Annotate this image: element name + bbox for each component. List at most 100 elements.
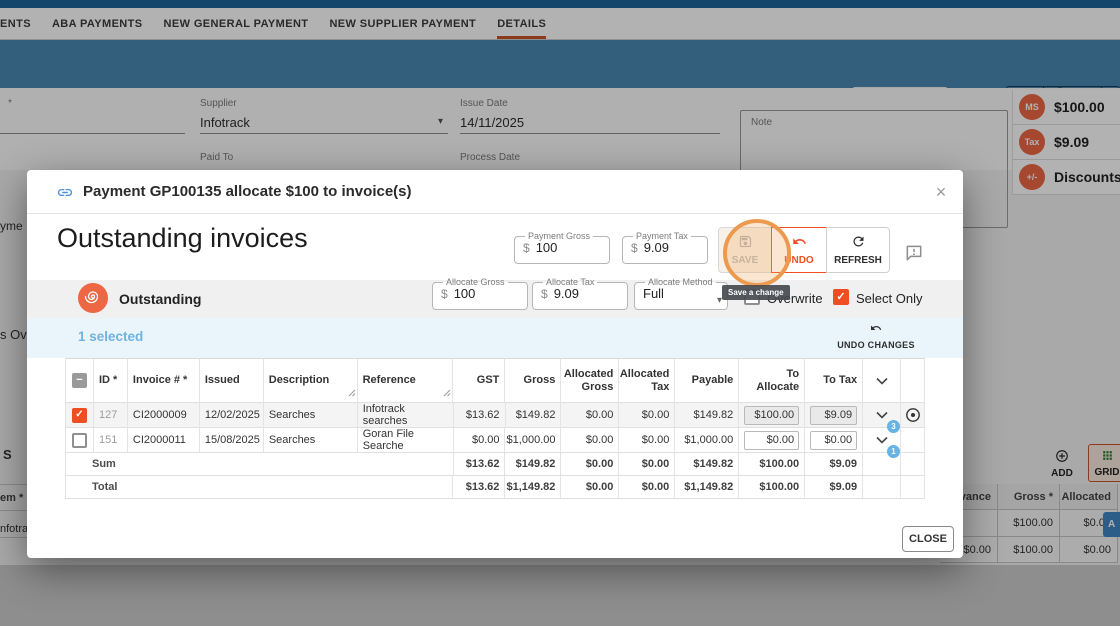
to-tax-input[interactable]: $9.09 xyxy=(810,406,857,425)
total-allocated-gross: $0.00 xyxy=(561,476,619,499)
cell-to-allocate: $100.00 xyxy=(739,403,805,428)
sum-gst: $13.62 xyxy=(454,453,506,476)
cell-reference: Goran File Searche xyxy=(358,428,454,453)
dialog-header: Payment GP100135 allocate $100 to invoic… xyxy=(27,170,963,214)
table-row[interactable]: ✓ 127 CI2000009 12/02/2025 Searches Info… xyxy=(66,403,925,428)
cell-description: Searches xyxy=(264,428,358,453)
total-payable: $1,149.82 xyxy=(675,476,739,499)
target-icon[interactable] xyxy=(901,403,925,428)
sum-to-tax: $9.09 xyxy=(805,453,863,476)
payment-gross-field[interactable]: Payment Gross $100 xyxy=(514,232,610,264)
app-window: ENTS ABA PAYMENTS NEW GENERAL PAYMENT NE… xyxy=(0,0,1120,626)
col-id[interactable]: ID * xyxy=(94,359,128,403)
cell-to-tax: $0.00 xyxy=(805,428,863,453)
cell-description: Searches xyxy=(264,403,358,428)
allocation-count-badge: 1 xyxy=(887,445,900,458)
allocate-method-select[interactable]: Allocate Method Full ▾ xyxy=(634,278,728,310)
total-gst: $13.62 xyxy=(453,476,505,499)
currency-prefix: $ xyxy=(631,241,638,255)
undo-icon xyxy=(869,321,883,339)
payment-tax-value: 9.09 xyxy=(644,240,669,255)
row-checkbox[interactable]: ✓ xyxy=(66,403,94,428)
payment-tax-field[interactable]: Payment Tax $9.09 xyxy=(622,232,708,264)
allocate-payment-dialog: Payment GP100135 allocate $100 to invoic… xyxy=(27,170,963,558)
selected-count: 1 selected xyxy=(78,329,143,344)
refresh-label: REFRESH xyxy=(834,255,882,266)
select-all-checkbox[interactable]: − xyxy=(66,359,94,403)
cell-allocated-gross: $0.00 xyxy=(561,428,619,453)
total-empty xyxy=(901,476,925,499)
table-row[interactable]: 151 CI2000011 15/08/2025 Searches Goran … xyxy=(66,428,925,453)
col-payable[interactable]: Payable xyxy=(675,359,739,403)
close-button[interactable]: CLOSE xyxy=(902,526,954,552)
cell-to-tax: $9.09 xyxy=(805,403,863,428)
total-row: Total $13.62 $1,149.82 $0.00 $0.00 $1,14… xyxy=(66,476,925,499)
cell-allocated-tax: $0.00 xyxy=(619,428,675,453)
allocate-tax-field[interactable]: Allocate Tax $9.09 xyxy=(532,278,628,310)
cell-to-allocate: $0.00 xyxy=(739,428,805,453)
sum-label: Sum xyxy=(66,453,454,476)
col-expand[interactable] xyxy=(863,359,901,403)
refresh-button[interactable]: REFRESH xyxy=(826,227,890,273)
to-allocate-input[interactable]: $100.00 xyxy=(744,406,799,425)
total-label: Total xyxy=(66,476,453,499)
col-to-allocate[interactable]: To Allocate xyxy=(739,359,805,403)
sum-row: Sum $13.62 $149.82 $0.00 $0.00 $149.82 $… xyxy=(66,453,925,476)
cell-invoice: CI2000009 xyxy=(128,403,200,428)
to-tax-input[interactable]: $0.00 xyxy=(810,431,857,450)
total-to-allocate: $100.00 xyxy=(739,476,805,499)
allocate-tax-value: 9.09 xyxy=(554,286,579,301)
sum-payable: $149.82 xyxy=(675,453,739,476)
link-icon xyxy=(55,184,75,206)
sum-allocated-gross: $0.00 xyxy=(561,453,619,476)
col-description[interactable]: Description xyxy=(264,359,358,403)
table-header-row: − ID * Invoice # * Issued Description Re… xyxy=(66,359,925,403)
sum-empty xyxy=(901,453,925,476)
col-reference[interactable]: Reference xyxy=(358,359,454,403)
column-resize-handle[interactable] xyxy=(348,388,356,401)
column-resize-handle[interactable] xyxy=(443,388,451,401)
currency-prefix: $ xyxy=(441,287,448,301)
outstanding-invoices-table: − ID * Invoice # * Issued Description Re… xyxy=(65,358,925,499)
cell-issued: 12/02/2025 xyxy=(200,403,264,428)
col-allocated-tax[interactable]: Allocated Tax xyxy=(619,359,675,403)
cell-issued: 15/08/2025 xyxy=(200,428,264,453)
cell-id: 151 xyxy=(94,428,128,453)
cell-invoice: CI2000011 xyxy=(128,428,200,453)
currency-prefix: $ xyxy=(541,287,548,301)
col-gst[interactable]: GST xyxy=(453,359,505,403)
allocate-gross-value: 100 xyxy=(454,286,476,301)
col-issued[interactable]: Issued xyxy=(200,359,264,403)
sum-to-allocate: $100.00 xyxy=(739,453,805,476)
undo-changes-label: UNDO CHANGES xyxy=(837,340,915,350)
sum-allocated-tax: $0.00 xyxy=(619,453,675,476)
total-allocated-tax: $0.00 xyxy=(619,476,675,499)
select-only-checkbox[interactable]: ✓ xyxy=(833,289,849,305)
outstanding-section-label: Outstanding xyxy=(119,291,201,307)
to-allocate-input[interactable]: $0.00 xyxy=(744,431,799,450)
total-gross: $1,149.82 xyxy=(505,476,561,499)
row-checkbox[interactable] xyxy=(66,428,94,453)
allocate-gross-field[interactable]: Allocate Gross $100 xyxy=(432,278,528,310)
close-icon[interactable]: × xyxy=(929,180,953,204)
currency-prefix: $ xyxy=(523,241,530,255)
dialog-title: Payment GP100135 allocate $100 to invoic… xyxy=(83,183,412,200)
allocate-method-value: Full xyxy=(643,286,664,301)
col-to-tax[interactable]: To Tax xyxy=(805,359,863,403)
selection-bar xyxy=(27,318,963,358)
outstanding-invoices-heading: Outstanding invoices xyxy=(57,223,308,254)
cell-actions-empty xyxy=(901,428,925,453)
refresh-icon xyxy=(851,234,866,252)
cell-allocated-gross: $0.00 xyxy=(561,403,619,428)
col-invoice[interactable]: Invoice # * xyxy=(128,359,200,403)
row-expand-chevron[interactable]: 3 xyxy=(863,403,901,428)
sum-gross: $149.82 xyxy=(505,453,561,476)
total-to-tax: $9.09 xyxy=(805,476,863,499)
col-allocated-gross[interactable]: Allocated Gross xyxy=(561,359,619,403)
feedback-icon[interactable] xyxy=(904,243,924,268)
save-tooltip: Save a change xyxy=(722,285,790,300)
undo-icon xyxy=(792,234,807,252)
col-gross[interactable]: Gross xyxy=(505,359,561,403)
undo-changes-button[interactable]: UNDO CHANGES xyxy=(827,321,925,350)
cell-allocated-tax: $0.00 xyxy=(619,403,675,428)
